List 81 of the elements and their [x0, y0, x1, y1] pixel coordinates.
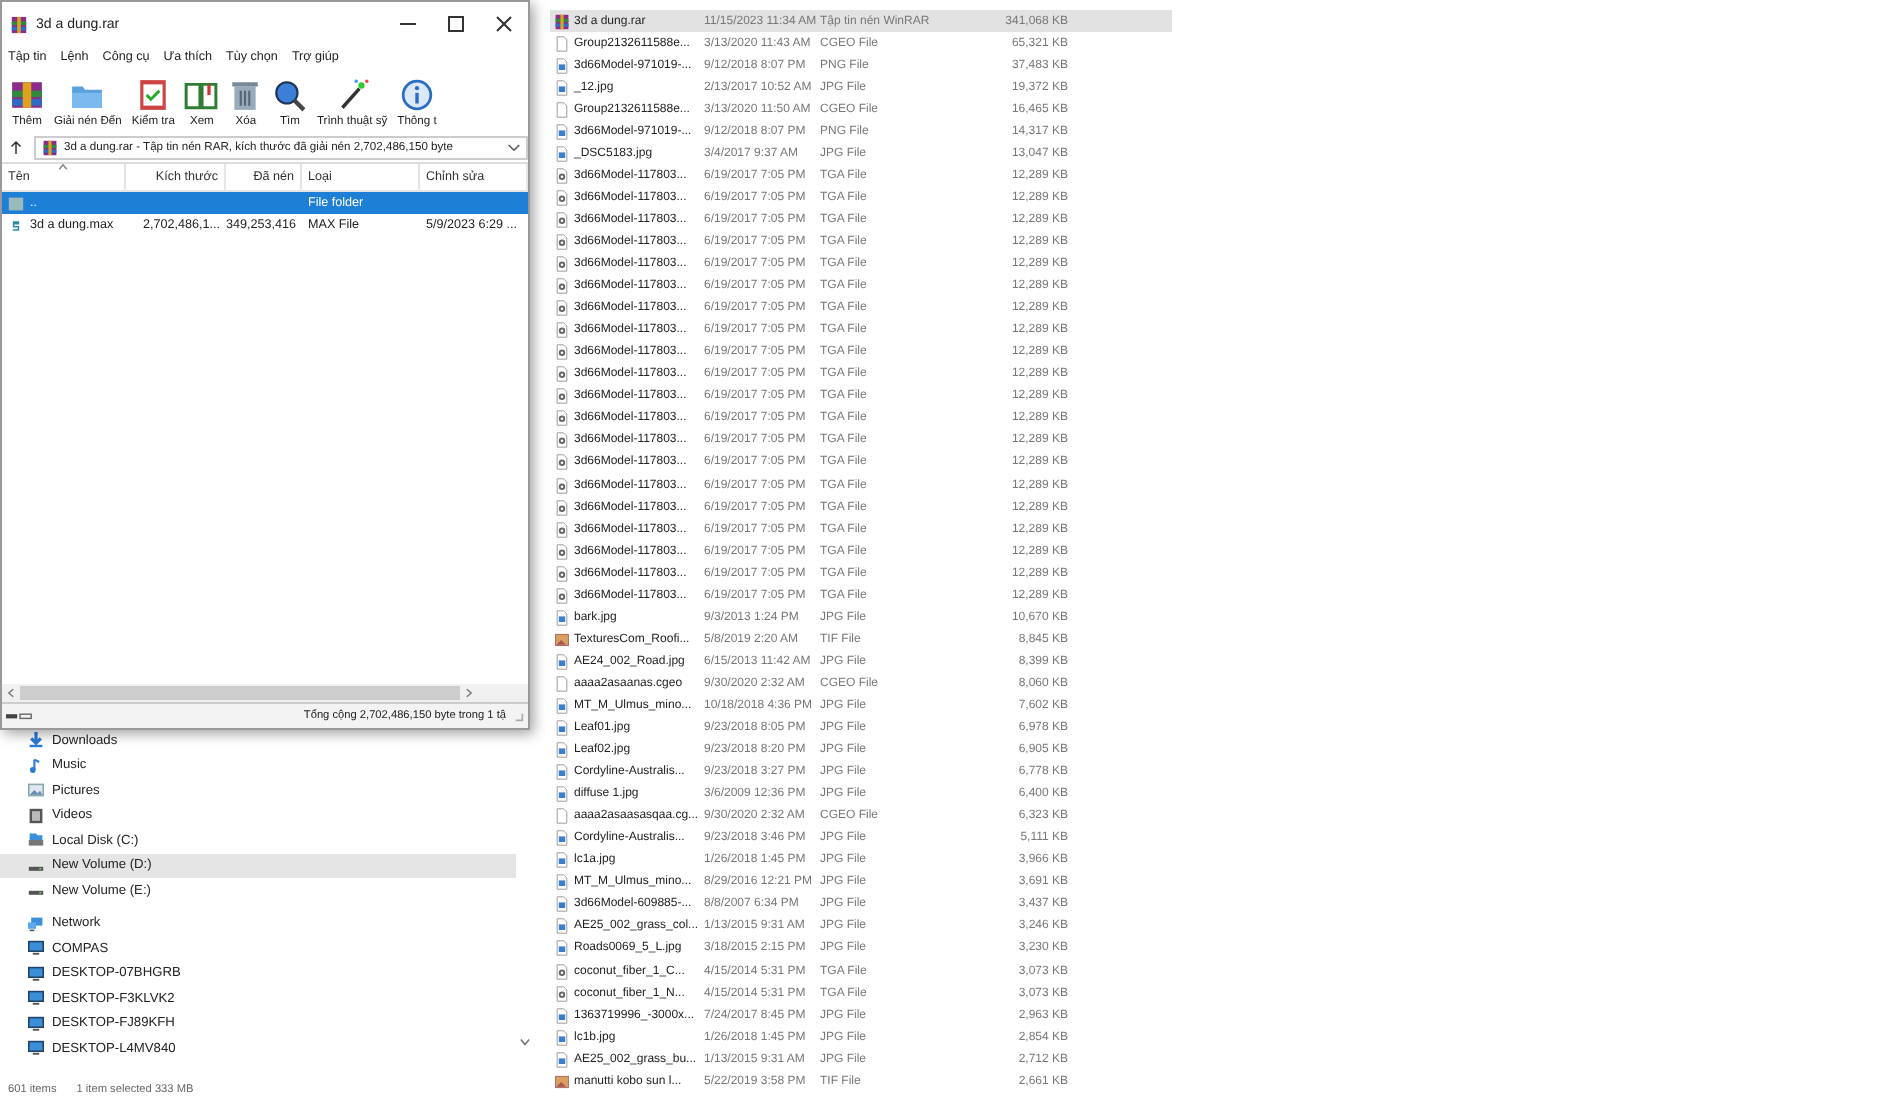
info-icon [400, 78, 434, 112]
image-file-icon [554, 874, 570, 891]
image-file-icon [554, 1007, 570, 1024]
gear-file-icon [554, 388, 570, 405]
gear-file-icon [554, 410, 570, 427]
sort-caret-icon [58, 164, 68, 170]
gear-file-icon [554, 543, 570, 560]
archive-icon [554, 13, 570, 30]
resize-grip-icon [514, 711, 524, 721]
image-file-icon [554, 940, 570, 957]
gear-file-icon [554, 432, 570, 449]
image-file-icon [554, 79, 570, 96]
image-file-icon [554, 830, 570, 847]
gear-file-icon [554, 233, 570, 250]
gear-file-icon [554, 278, 570, 295]
gear-file-icon [554, 587, 570, 604]
gear-file-icon [554, 256, 570, 273]
trash-icon [228, 78, 263, 112]
scroll-down-icon[interactable] [519, 1038, 529, 1046]
monitor-icon [28, 940, 44, 957]
image-file-icon [554, 123, 570, 140]
network-icon [28, 915, 44, 932]
image-file-icon [554, 918, 570, 935]
up-arrow-icon[interactable] [10, 139, 22, 155]
hard-drive-icon [28, 832, 44, 849]
scrollbar[interactable] [2, 684, 528, 702]
file-icon [554, 808, 570, 825]
gear-file-icon [554, 454, 570, 471]
scroll-left-icon[interactable] [8, 688, 14, 698]
book-icon [184, 78, 219, 112]
image-file-icon [554, 1051, 570, 1068]
gear-file-icon [554, 963, 570, 980]
dropdown-caret-icon[interactable] [508, 143, 520, 151]
image-file-icon [554, 1029, 570, 1046]
gear-file-icon [554, 189, 570, 206]
image-file-icon [554, 742, 570, 759]
gear-file-icon [554, 344, 570, 361]
image-file-icon [554, 852, 570, 869]
gear-file-icon [554, 565, 570, 582]
image-file-icon [554, 631, 570, 648]
image-file-icon [554, 145, 570, 162]
gear-file-icon [554, 167, 570, 184]
gear-file-icon [554, 499, 570, 516]
books-icon [10, 78, 44, 112]
download-icon [28, 732, 44, 749]
monitor-icon [28, 1040, 44, 1057]
gear-file-icon [554, 366, 570, 383]
gear-file-icon [554, 211, 570, 228]
image-file-icon [554, 786, 570, 803]
gear-file-icon [554, 521, 570, 538]
folder-icon [8, 195, 24, 211]
image-file-icon [554, 1073, 570, 1090]
archive-icon [42, 139, 58, 155]
image-file-icon [554, 609, 570, 626]
image-file-icon [554, 764, 570, 781]
image-file-icon [554, 57, 570, 74]
file-icon [554, 35, 570, 52]
image-file-icon [554, 697, 570, 714]
magic-wand-icon [335, 78, 370, 112]
monitor-icon [28, 965, 44, 982]
image-file-icon [554, 896, 570, 913]
gear-file-icon [554, 477, 570, 493]
picture-icon [28, 782, 44, 799]
gear-file-icon [554, 985, 570, 1002]
checklist-icon [136, 78, 171, 112]
max-file-icon [8, 217, 24, 233]
monitor-icon [28, 990, 44, 1007]
scroll-thumb[interactable] [20, 686, 460, 700]
drive-status-icon [6, 711, 34, 721]
archive-icon [10, 15, 28, 33]
music-note-icon [28, 757, 44, 774]
film-icon [28, 807, 44, 824]
search-icon [272, 78, 307, 112]
monitor-icon [28, 1015, 44, 1032]
image-file-icon [554, 653, 570, 670]
gear-file-icon [554, 300, 570, 317]
file-icon [554, 101, 570, 118]
file-icon [554, 675, 570, 692]
gear-file-icon [554, 322, 570, 339]
scroll-right-icon[interactable] [466, 688, 472, 698]
image-file-icon [554, 720, 570, 737]
